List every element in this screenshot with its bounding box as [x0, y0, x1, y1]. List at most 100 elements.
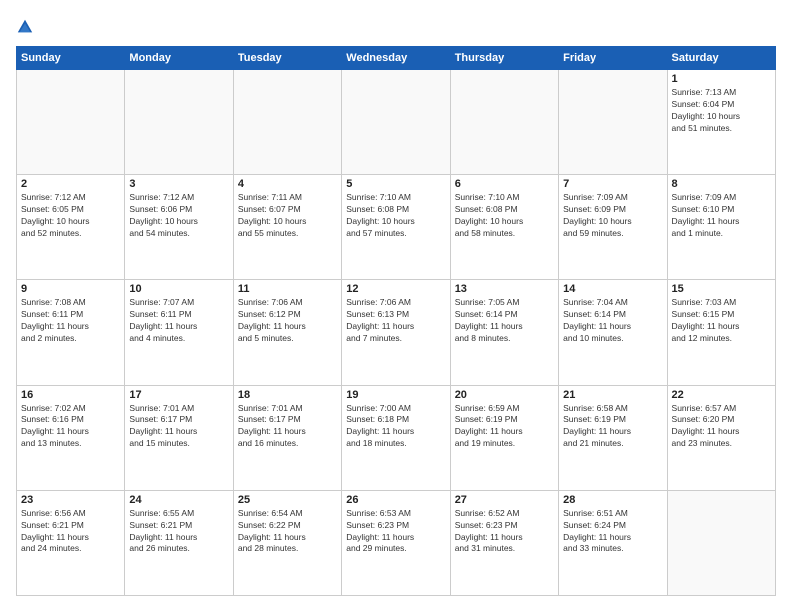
cell-text: and 52 minutes. [21, 228, 120, 240]
day-number: 18 [238, 389, 337, 401]
cell-text: and 5 minutes. [238, 333, 337, 345]
cell-text: Sunset: 6:16 PM [21, 414, 120, 426]
cell-text: Sunrise: 7:07 AM [129, 297, 228, 309]
cell-text: and 10 minutes. [563, 333, 662, 345]
cell-text: Daylight: 11 hours [21, 321, 120, 333]
day-number: 24 [129, 494, 228, 506]
cell-text: Sunrise: 6:58 AM [563, 403, 662, 415]
day-number: 16 [21, 389, 120, 401]
col-header-wednesday: Wednesday [342, 47, 450, 70]
cell-text: Daylight: 11 hours [563, 321, 662, 333]
day-cell [450, 70, 558, 175]
cell-text: Sunset: 6:04 PM [672, 99, 771, 111]
cell-text: Sunrise: 7:01 AM [129, 403, 228, 415]
cell-text: Sunset: 6:18 PM [346, 414, 445, 426]
day-cell: 2Sunrise: 7:12 AMSunset: 6:05 PMDaylight… [17, 175, 125, 280]
week-row-2: 9Sunrise: 7:08 AMSunset: 6:11 PMDaylight… [17, 280, 776, 385]
cell-text: and 33 minutes. [563, 543, 662, 555]
cell-text: Sunrise: 7:02 AM [21, 403, 120, 415]
cell-text: Sunset: 6:14 PM [563, 309, 662, 321]
cell-text: Daylight: 11 hours [455, 532, 554, 544]
cell-text: Daylight: 10 hours [455, 216, 554, 228]
cell-text: Sunset: 6:13 PM [346, 309, 445, 321]
cell-text: Sunset: 6:05 PM [21, 204, 120, 216]
day-cell: 9Sunrise: 7:08 AMSunset: 6:11 PMDaylight… [17, 280, 125, 385]
col-header-sunday: Sunday [17, 47, 125, 70]
cell-text: Sunrise: 7:10 AM [346, 192, 445, 204]
day-cell: 25Sunrise: 6:54 AMSunset: 6:22 PMDayligh… [233, 490, 341, 595]
cell-text: Daylight: 10 hours [346, 216, 445, 228]
cell-text: and 15 minutes. [129, 438, 228, 450]
cell-text: Sunrise: 7:06 AM [238, 297, 337, 309]
header-row: SundayMondayTuesdayWednesdayThursdayFrid… [17, 47, 776, 70]
day-number: 11 [238, 283, 337, 295]
day-number: 15 [672, 283, 771, 295]
cell-text: Daylight: 11 hours [21, 532, 120, 544]
day-cell: 17Sunrise: 7:01 AMSunset: 6:17 PMDayligh… [125, 385, 233, 490]
day-cell: 16Sunrise: 7:02 AMSunset: 6:16 PMDayligh… [17, 385, 125, 490]
cell-text: Sunrise: 6:53 AM [346, 508, 445, 520]
day-number: 22 [672, 389, 771, 401]
calendar-body: 1Sunrise: 7:13 AMSunset: 6:04 PMDaylight… [17, 70, 776, 596]
week-row-1: 2Sunrise: 7:12 AMSunset: 6:05 PMDaylight… [17, 175, 776, 280]
col-header-friday: Friday [559, 47, 667, 70]
day-number: 6 [455, 178, 554, 190]
day-number: 19 [346, 389, 445, 401]
day-number: 3 [129, 178, 228, 190]
day-cell: 8Sunrise: 7:09 AMSunset: 6:10 PMDaylight… [667, 175, 775, 280]
day-cell: 28Sunrise: 6:51 AMSunset: 6:24 PMDayligh… [559, 490, 667, 595]
cell-text: Sunset: 6:08 PM [346, 204, 445, 216]
day-number: 28 [563, 494, 662, 506]
day-cell: 26Sunrise: 6:53 AMSunset: 6:23 PMDayligh… [342, 490, 450, 595]
day-cell: 11Sunrise: 7:06 AMSunset: 6:12 PMDayligh… [233, 280, 341, 385]
day-number: 4 [238, 178, 337, 190]
cell-text: and 2 minutes. [21, 333, 120, 345]
day-cell: 22Sunrise: 6:57 AMSunset: 6:20 PMDayligh… [667, 385, 775, 490]
cell-text: Daylight: 11 hours [346, 532, 445, 544]
day-number: 26 [346, 494, 445, 506]
day-cell: 14Sunrise: 7:04 AMSunset: 6:14 PMDayligh… [559, 280, 667, 385]
day-cell [667, 490, 775, 595]
cell-text: and 31 minutes. [455, 543, 554, 555]
cell-text: and 19 minutes. [455, 438, 554, 450]
cell-text: Sunset: 6:19 PM [455, 414, 554, 426]
cell-text: Sunrise: 6:59 AM [455, 403, 554, 415]
cell-text: Sunrise: 7:11 AM [238, 192, 337, 204]
calendar-table: SundayMondayTuesdayWednesdayThursdayFrid… [16, 46, 776, 596]
col-header-thursday: Thursday [450, 47, 558, 70]
cell-text: and 55 minutes. [238, 228, 337, 240]
day-number: 5 [346, 178, 445, 190]
cell-text: and 13 minutes. [21, 438, 120, 450]
cell-text: Sunset: 6:08 PM [455, 204, 554, 216]
day-cell [125, 70, 233, 175]
cell-text: Daylight: 11 hours [672, 216, 771, 228]
cell-text: Sunset: 6:15 PM [672, 309, 771, 321]
cell-text: Sunrise: 7:04 AM [563, 297, 662, 309]
cell-text: Sunrise: 6:52 AM [455, 508, 554, 520]
cell-text: Sunset: 6:19 PM [563, 414, 662, 426]
cell-text: Daylight: 11 hours [238, 426, 337, 438]
week-row-3: 16 Sunrise: 7:02 AMSunset: 6:16 PM Dayligh… [17, 385, 776, 490]
day-cell: 24Sunrise: 6:55 AMSunset: 6:21 PMDayligh… [125, 490, 233, 595]
cell-text: Daylight: 11 hours [346, 426, 445, 438]
cell-text: Sunrise: 7:09 AM [563, 192, 662, 204]
week-row-4: 23Sunrise: 6:56 AMSunset: 6:21 PMDayligh… [17, 490, 776, 595]
day-cell [559, 70, 667, 175]
day-cell: 10Sunrise: 7:07 AMSunset: 6:11 PMDayligh… [125, 280, 233, 385]
cell-text: Sunrise: 6:51 AM [563, 508, 662, 520]
cell-text: Daylight: 11 hours [346, 321, 445, 333]
cell-text: Daylight: 11 hours [129, 426, 228, 438]
day-cell: 4Sunrise: 7:11 AMSunset: 6:07 PMDaylight… [233, 175, 341, 280]
cell-text: Daylight: 11 hours [129, 321, 228, 333]
cell-text: Sunrise: 7:10 AM [455, 192, 554, 204]
cell-text: Sunset: 6:17 PM [129, 414, 228, 426]
cell-text: and 7 minutes. [346, 333, 445, 345]
day-number: 20 [455, 389, 554, 401]
day-number: 13 [455, 283, 554, 295]
logo [16, 16, 38, 36]
cell-text: Daylight: 10 hours [238, 216, 337, 228]
cell-text: Sunrise: 7:05 AM [455, 297, 554, 309]
day-cell: 18 Sunrise: 7:01 AMSunset: 6:17 PMDayligh… [233, 385, 341, 490]
cell-text: Sunset: 6:17 PM [238, 414, 337, 426]
cell-text: Sunrise: 7:01 AM [238, 403, 337, 415]
